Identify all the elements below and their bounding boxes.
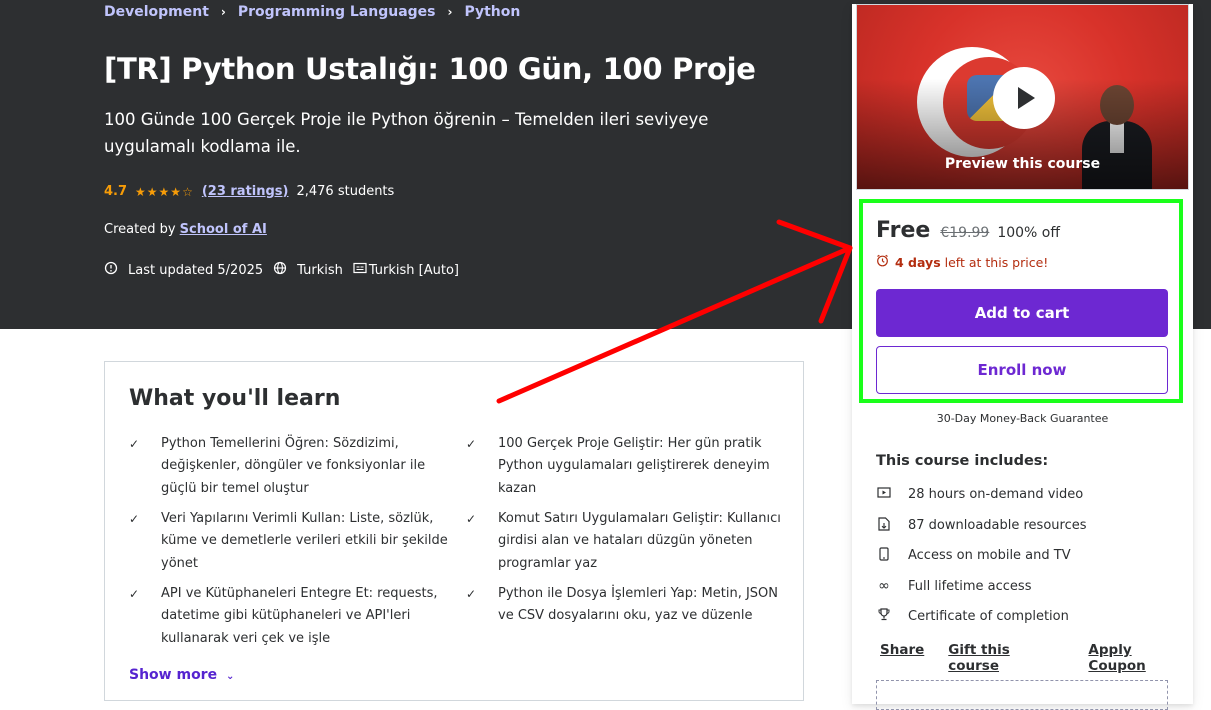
learn-item: ✓ API ve Kütüphaneleri Entegre Et: reque…	[129, 583, 451, 650]
alert-badge-icon	[104, 261, 118, 279]
include-text: Full lifetime access	[908, 578, 1032, 594]
video-icon	[876, 487, 892, 502]
coupon-box	[876, 680, 1168, 710]
current-price: Free	[876, 218, 931, 243]
file-download-icon	[876, 517, 892, 534]
created-by-label: Created by	[104, 222, 176, 237]
learn-item: ✓ Komut Satırı Uygulamaları Geliştir: Ku…	[466, 508, 788, 575]
play-icon[interactable]	[993, 67, 1055, 129]
price-timer: 4 days left at this price!	[876, 254, 1048, 271]
enroll-now-button[interactable]: Enroll now	[876, 346, 1168, 394]
check-icon: ✓	[129, 437, 140, 451]
course-preview[interactable]: Preview this course	[856, 4, 1189, 190]
language-text: Turkish	[297, 262, 343, 278]
share-link[interactable]: Share	[880, 642, 924, 674]
check-icon: ✓	[129, 587, 140, 601]
breadcrumb-python[interactable]: Python	[464, 4, 520, 20]
sidebar-links: Share Gift this course Apply Coupon	[880, 642, 1193, 674]
closed-captions-icon	[353, 262, 367, 278]
alarm-clock-icon	[876, 254, 889, 271]
students-count: 2,476 students	[296, 184, 395, 199]
check-icon: ✓	[129, 512, 140, 526]
last-updated: Last updated 5/2025	[104, 261, 263, 279]
include-item: 87 downloadable resources	[876, 517, 1087, 534]
language: Turkish	[273, 261, 343, 279]
rating-row: 4.7 ★★★★☆ (23 ratings) 2,476 students	[104, 184, 394, 199]
timer-text: left at this price!	[944, 255, 1049, 270]
preview-label: Preview this course	[944, 156, 1101, 172]
breadcrumb-programming-languages[interactable]: Programming Languages	[238, 4, 436, 20]
mobile-icon	[876, 547, 892, 564]
include-text: 28 hours on-demand video	[908, 487, 1084, 502]
learn-item-text: Veri Yapılarını Verimli Kullan: Liste, s…	[161, 511, 448, 571]
learn-item-text: Python Temellerini Öğren: Sözdizimi, değ…	[161, 436, 426, 496]
original-price: €19.99	[940, 225, 990, 241]
breadcrumb-development[interactable]: Development	[104, 4, 209, 20]
author-link[interactable]: School of AI	[180, 222, 267, 237]
include-item: Access on mobile and TV	[876, 547, 1071, 564]
apply-coupon-link[interactable]: Apply Coupon	[1088, 642, 1193, 674]
include-item: ∞ Full lifetime access	[876, 578, 1031, 594]
check-icon: ✓	[466, 437, 477, 451]
rating-value: 4.7	[104, 184, 128, 199]
include-text: Certificate of completion	[908, 608, 1069, 624]
timer-days: 4 days	[895, 255, 941, 270]
course-meta: Last updated 5/2025 Turkish Turkish [Aut…	[104, 261, 469, 279]
learn-item: ✓ 100 Gerçek Proje Geliştir: Her gün pra…	[466, 433, 788, 500]
ratings-link[interactable]: (23 ratings)	[202, 184, 289, 199]
globe-icon	[273, 261, 287, 279]
breadcrumb: Development › Programming Languages › Py…	[104, 4, 520, 20]
learn-item-text: Komut Satırı Uygulamaları Geliştir: Kull…	[498, 511, 781, 571]
show-more-label: Show more	[129, 667, 218, 683]
captions: Turkish [Auto]	[353, 262, 459, 278]
include-text: Access on mobile and TV	[908, 548, 1071, 563]
check-icon: ✓	[466, 587, 477, 601]
created-by: Created by School of AI	[104, 222, 267, 237]
captions-text: Turkish [Auto]	[368, 262, 460, 278]
course-title: [TR] Python Ustalığı: 100 Gün, 100 Proje	[104, 52, 756, 86]
trophy-icon	[876, 608, 892, 624]
learn-item: ✓ Python ile Dosya İşlemleri Yap: Metin,…	[466, 583, 788, 628]
star-rating-icon: ★★★★☆	[135, 184, 194, 199]
infinity-icon: ∞	[878, 578, 890, 594]
chevron-right-icon: ›	[220, 5, 226, 19]
gift-course-link[interactable]: Gift this course	[948, 642, 1064, 674]
money-back-guarantee: 30-Day Money-Back Guarantee	[936, 412, 1109, 425]
learn-item-text: API ve Kütüphaneleri Entegre Et: request…	[161, 586, 438, 646]
discount-percent: 100% off	[997, 225, 1060, 241]
check-icon: ✓	[466, 512, 477, 526]
course-subtitle: 100 Günde 100 Gerçek Proje ile Python öğ…	[104, 110, 709, 156]
last-updated-text: Last updated 5/2025	[128, 262, 264, 278]
learn-item-text: Python ile Dosya İşlemleri Yap: Metin, J…	[498, 586, 779, 624]
purchase-sidebar: Preview this course Free €19.99 100% off…	[852, 4, 1193, 710]
include-item: 28 hours on-demand video	[876, 487, 1083, 502]
learn-item-text: 100 Gerçek Proje Geliştir: Her gün prati…	[498, 436, 770, 496]
price-row: Free €19.99 100% off	[876, 218, 1060, 243]
learn-item: ✓ Python Temellerini Öğren: Sözdizimi, d…	[129, 433, 451, 500]
show-more-button[interactable]: Show more ⌄	[129, 667, 234, 683]
add-to-cart-button[interactable]: Add to cart	[876, 289, 1168, 337]
learn-item: ✓ Veri Yapılarını Verimli Kullan: Liste,…	[129, 508, 451, 575]
chevron-right-icon: ›	[447, 5, 453, 19]
includes-title: This course includes:	[876, 453, 1049, 469]
include-text: 87 downloadable resources	[908, 518, 1087, 533]
learn-title: What you'll learn	[129, 386, 341, 411]
what-you-learn-box: What you'll learn ✓ Python Temellerini Ö…	[104, 361, 804, 701]
include-item: Certificate of completion	[876, 608, 1069, 624]
chevron-down-icon: ⌄	[225, 671, 235, 682]
